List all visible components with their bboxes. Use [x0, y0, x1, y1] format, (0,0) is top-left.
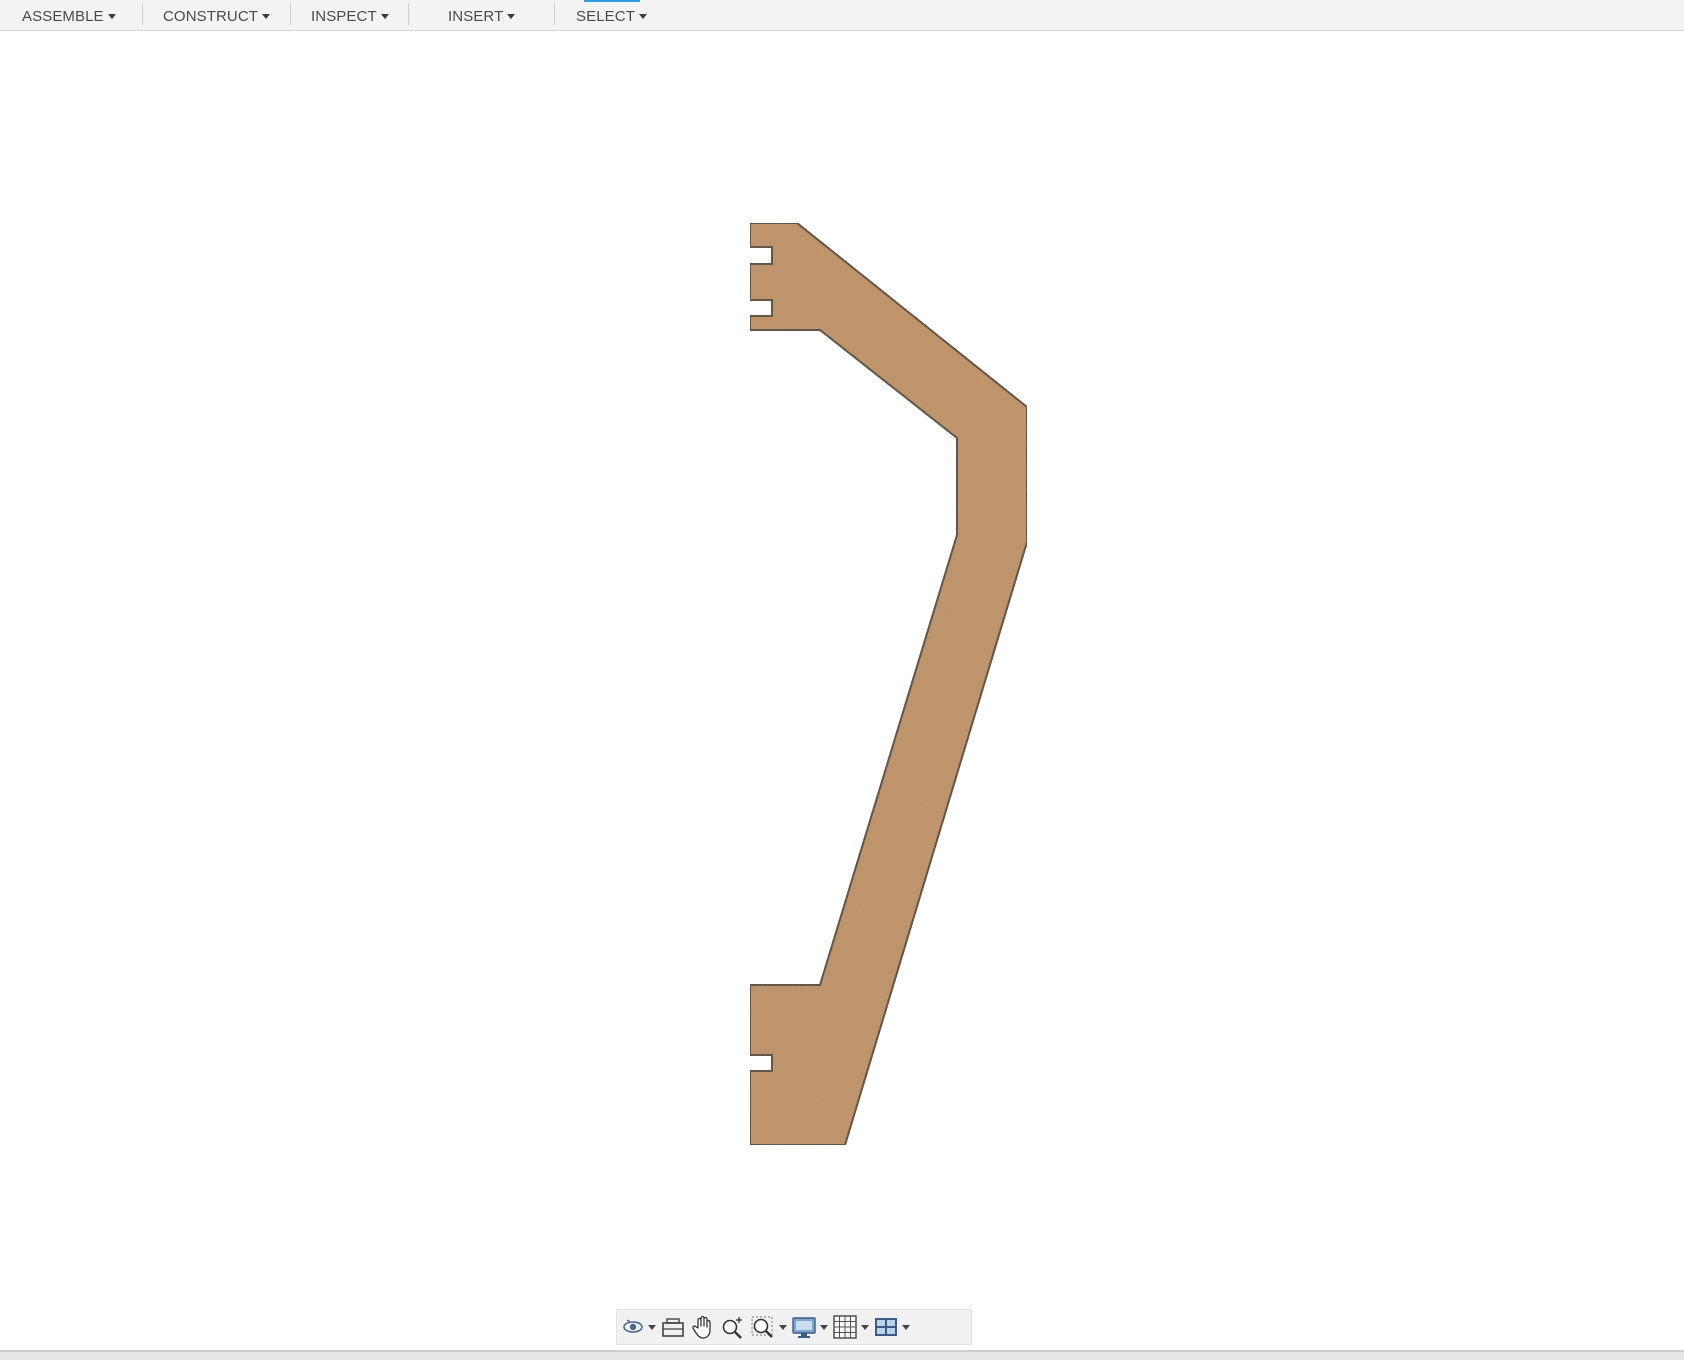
top-toolbar: ASSEMBLE CONSTRUCT INSPECT INSERT SELECT: [0, 0, 1684, 31]
chevron-down-icon: [507, 14, 516, 19]
active-tab-indicator: [584, 0, 640, 2]
chevron-down-icon[interactable]: [820, 1324, 828, 1330]
look-at-button[interactable]: [660, 1312, 686, 1342]
chevron-down-icon[interactable]: [861, 1324, 869, 1330]
viewports-button[interactable]: [873, 1312, 910, 1342]
orbit-icon: [623, 1319, 643, 1333]
menu-insert[interactable]: INSERT: [448, 7, 516, 25]
zoom-window-icon: [751, 1316, 773, 1338]
menu-construct-label: CONSTRUCT: [163, 7, 259, 25]
pan-hand-icon: [692, 1315, 711, 1339]
chevron-down-icon: [262, 14, 271, 19]
zoom-icon: [722, 1317, 742, 1339]
bottom-status-bar: [0, 1350, 1684, 1360]
grid-button[interactable]: [832, 1312, 869, 1342]
fusion-window: ASSEMBLE CONSTRUCT INSPECT INSERT SELECT: [0, 0, 1684, 1360]
chevron-down-icon[interactable]: [779, 1324, 787, 1330]
pan-button[interactable]: [690, 1312, 716, 1342]
chevron-down-icon: [107, 14, 116, 19]
toolbar-divider: [290, 3, 291, 25]
menu-inspect[interactable]: INSPECT: [311, 7, 389, 25]
menu-select-label: SELECT: [576, 7, 635, 25]
orbit-button[interactable]: [621, 1312, 656, 1342]
chevron-down-icon[interactable]: [902, 1324, 910, 1330]
chevron-down-icon: [380, 14, 389, 19]
menu-assemble-label: ASSEMBLE: [22, 7, 104, 25]
chevron-down-icon[interactable]: [648, 1324, 656, 1330]
look-at-icon: [662, 1318, 684, 1337]
menu-select[interactable]: SELECT: [576, 7, 647, 25]
viewports-icon: [875, 1318, 897, 1336]
toolbar-divider: [142, 3, 143, 25]
zoom-button[interactable]: [720, 1312, 746, 1342]
chevron-down-icon: [638, 14, 647, 19]
part-body[interactable]: [0, 31, 1684, 1350]
navigation-bar: [616, 1309, 972, 1345]
mdf-panel-profile[interactable]: [749, 222, 1028, 1146]
toolbar-divider: [408, 3, 409, 25]
menu-insert-label: INSERT: [448, 7, 504, 25]
display-settings-icon: [792, 1317, 816, 1338]
zoom-window-button[interactable]: [750, 1312, 787, 1342]
grid-icon: [833, 1315, 857, 1339]
menu-inspect-label: INSPECT: [311, 7, 377, 25]
menu-assemble[interactable]: ASSEMBLE: [22, 7, 116, 25]
menu-construct[interactable]: CONSTRUCT: [163, 7, 271, 25]
toolbar-divider: [554, 3, 555, 25]
display-settings-button[interactable]: [791, 1312, 828, 1342]
design-viewport[interactable]: [0, 31, 1684, 1351]
